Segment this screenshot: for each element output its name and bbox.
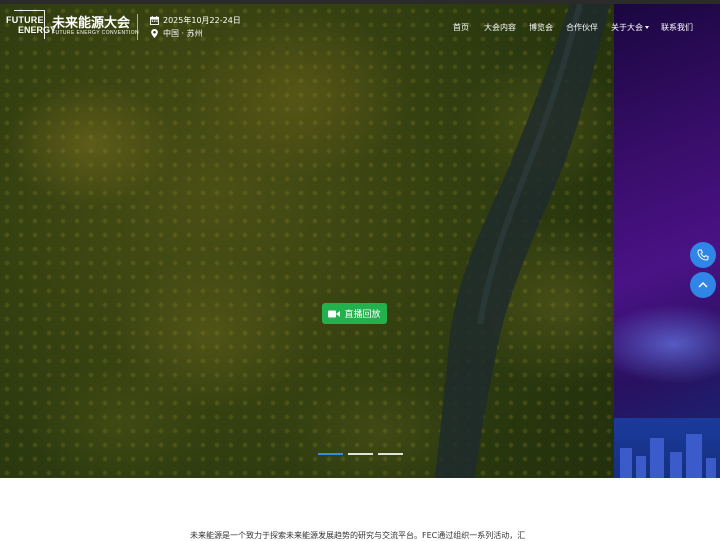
caret-down-icon	[645, 26, 649, 29]
nav-item-about[interactable]: 关于大会	[611, 22, 649, 33]
nav-item-partners[interactable]: 合作伙伴	[566, 22, 598, 33]
intro-text: 未来能源是一个致力于探索未来能源发展趋势的研究与交流平台。FEC通过组织一系列活…	[190, 531, 526, 540]
live-replay-label: 直播回放	[344, 310, 381, 320]
slide-dot-3[interactable]	[378, 453, 403, 455]
side-promo-image	[614, 4, 720, 478]
phone-icon	[697, 249, 709, 261]
nav-item-expo[interactable]: 博览会	[529, 22, 553, 33]
nav-item-about-label: 关于大会	[611, 23, 643, 32]
hero-banner	[0, 4, 720, 478]
main-nav: 首页 大会内容 博览会 合作伙伴 关于大会 联系我们	[0, 22, 720, 36]
back-to-top-button[interactable]	[690, 272, 716, 298]
slide-dot-1[interactable]	[318, 453, 343, 455]
phone-button[interactable]	[690, 242, 716, 268]
live-replay-button[interactable]: 直播回放	[322, 303, 387, 324]
chevron-up-icon	[698, 282, 708, 288]
slide-indicators	[0, 453, 720, 455]
nav-item-content[interactable]: 大会内容	[484, 22, 516, 33]
nav-item-contact[interactable]: 联系我们	[661, 22, 693, 33]
river-image	[435, 4, 610, 478]
slide-dot-2[interactable]	[348, 453, 373, 455]
nav-item-home[interactable]: 首页	[453, 22, 469, 33]
video-camera-icon	[328, 310, 341, 317]
